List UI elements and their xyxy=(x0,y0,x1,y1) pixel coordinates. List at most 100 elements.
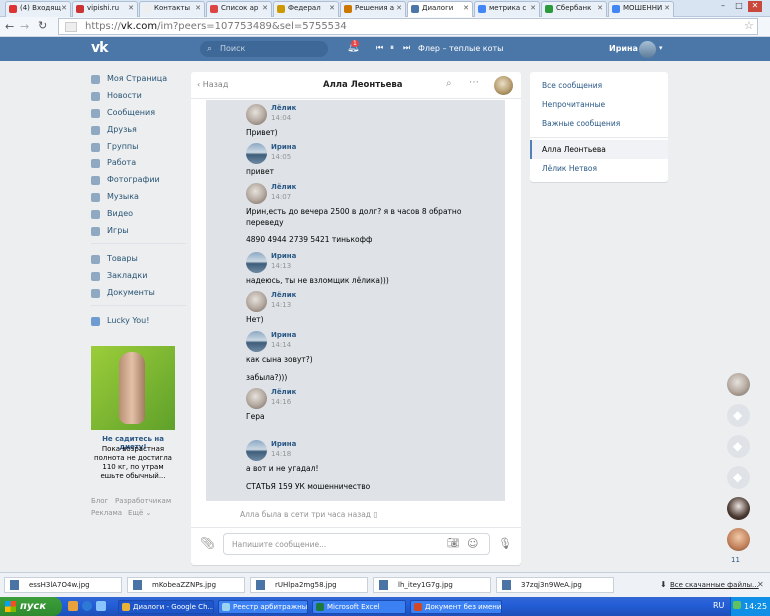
sidebar-item-documents[interactable]: Документы xyxy=(91,286,191,300)
browser-tab[interactable]: Сбербанк ✕ xyxy=(541,1,607,17)
taskbar-window-chrome[interactable]: Диалоги - Google Ch... xyxy=(118,600,214,614)
all-downloads-link[interactable]: Все скачанные файлы... xyxy=(670,581,759,589)
close-icon[interactable]: ✕ xyxy=(396,4,402,12)
sidebar-item-messages[interactable]: Сообщения xyxy=(91,106,191,120)
download-item[interactable]: 37zqj3n9WeA.jpg xyxy=(496,577,614,593)
message-author[interactable]: Ирина xyxy=(271,331,296,339)
chat-bubble[interactable] xyxy=(727,373,750,396)
message-time[interactable]: 14:18 xyxy=(271,450,291,458)
url-field[interactable]: https://vk.com/im?peers=107753489&sel=57… xyxy=(58,18,758,35)
avatar[interactable] xyxy=(639,41,656,58)
sidebar-item-my-page[interactable]: Моя Страница xyxy=(91,72,191,86)
browser-tab[interactable]: Решения а ✕ xyxy=(340,1,406,17)
avatar[interactable] xyxy=(246,252,267,273)
avatar[interactable] xyxy=(246,440,267,461)
download-item[interactable]: rUHlpa2mg58.jpg xyxy=(250,577,368,593)
message-time[interactable]: 14:07 xyxy=(271,193,291,201)
message-author[interactable]: Ирина xyxy=(271,143,296,151)
message-time[interactable]: 14:04 xyxy=(271,114,291,122)
sidebar-item-goods[interactable]: Товары xyxy=(91,252,191,266)
message-author[interactable]: Лёлик xyxy=(271,388,296,396)
avatar[interactable] xyxy=(246,388,267,409)
taskbar-window[interactable]: Документ без имени... xyxy=(410,600,502,614)
close-icon[interactable]: ✕ xyxy=(463,4,469,12)
clock[interactable]: 14:25 xyxy=(744,597,767,616)
filter-important[interactable]: Важные сообщения xyxy=(542,119,620,128)
camera-icon[interactable]: 📷︎ xyxy=(447,538,460,549)
back-arrow-icon[interactable]: ← xyxy=(5,20,14,33)
browser-tab[interactable]: Контакты ✕ xyxy=(139,1,205,17)
microphone-icon[interactable]: 🎙︎ xyxy=(498,537,512,550)
close-icon[interactable]: ✕ xyxy=(128,4,134,12)
dialog-item[interactable]: Лёлик Нетвоя xyxy=(542,164,597,173)
quicklaunch-icon[interactable] xyxy=(96,601,106,611)
message-author[interactable]: Ирина xyxy=(271,252,296,260)
minimize-icon[interactable]: – xyxy=(716,1,730,12)
filter-all-messages[interactable]: Все сообщения xyxy=(542,81,602,90)
filter-unread[interactable]: Непрочитанные xyxy=(542,100,605,109)
browser-tab[interactable]: (4) Входящ ✕ xyxy=(5,1,71,17)
message-author[interactable]: Лёлик xyxy=(271,104,296,112)
close-icon[interactable]: ✕ xyxy=(597,4,603,12)
reload-icon[interactable]: ↻ xyxy=(38,19,47,32)
message-time[interactable]: 14:05 xyxy=(271,153,291,161)
chat-title[interactable]: Алла Леонтьева xyxy=(323,80,402,90)
chat-bubble-count[interactable]: 11 xyxy=(731,556,740,564)
more-icon[interactable]: ⋯ xyxy=(469,77,479,88)
message-author[interactable]: Лёлик xyxy=(271,291,296,299)
message-time[interactable]: 14:16 xyxy=(271,398,291,406)
ad-text[interactable]: Пока возрастная полнота не достигла 110 … xyxy=(91,445,175,481)
smile-icon[interactable]: ☺ xyxy=(467,537,478,550)
sidebar-item-video[interactable]: Видео xyxy=(91,207,191,221)
sidebar-item-games[interactable]: Игры xyxy=(91,224,191,238)
close-window-icon[interactable]: ✕ xyxy=(748,1,762,12)
chat-bubble[interactable] xyxy=(727,528,750,551)
close-icon[interactable]: ✕ xyxy=(61,4,67,12)
vk-logo-icon[interactable]: vk xyxy=(91,40,108,56)
chat-bubble[interactable] xyxy=(727,497,750,520)
language-indicator[interactable]: RU xyxy=(713,601,724,610)
attach-icon[interactable]: 📎︎ xyxy=(200,536,215,550)
sidebar-item-photos[interactable]: Фотографии xyxy=(91,173,191,187)
chat-bubble[interactable]: ◆ xyxy=(727,435,750,458)
download-item[interactable]: lh_itey1G7g.jpg xyxy=(373,577,491,593)
search-icon[interactable]: ⌕ xyxy=(446,78,452,89)
footer-link-ads[interactable]: Реклама xyxy=(91,509,122,517)
forward-arrow-icon[interactable]: → xyxy=(20,20,29,33)
footer-link-developers[interactable]: Разработчикам xyxy=(115,497,171,505)
user-name[interactable]: Ирина xyxy=(609,44,638,53)
prev-track-icon[interactable]: ⏮ xyxy=(376,43,383,53)
taskbar-window[interactable]: Реестр арбитражны... xyxy=(218,600,308,614)
sidebar-item-bookmarks[interactable]: Закладки xyxy=(91,269,191,283)
browser-tab[interactable]: метрика с ✕ xyxy=(474,1,540,17)
ad-image[interactable] xyxy=(91,346,175,430)
avatar[interactable] xyxy=(246,291,267,312)
footer-link-more[interactable]: Ещё ⌄ xyxy=(128,509,151,517)
start-button[interactable]: пуск xyxy=(0,597,62,616)
avatar[interactable] xyxy=(246,143,267,164)
message-author[interactable]: Лёлик xyxy=(271,183,296,191)
close-icon[interactable]: ✕ xyxy=(530,4,536,12)
avatar[interactable] xyxy=(246,331,267,352)
close-icon[interactable]: ✕ xyxy=(262,4,268,12)
sidebar-item-friends[interactable]: Друзья xyxy=(91,123,191,137)
download-item[interactable]: mKobeaZZNPs.jpg xyxy=(127,577,245,593)
avatar[interactable] xyxy=(246,104,267,125)
footer-link-blog[interactable]: Блог xyxy=(91,497,108,505)
chat-bubble[interactable]: ◆ xyxy=(727,466,750,489)
quicklaunch-icon[interactable] xyxy=(68,601,78,611)
star-icon[interactable]: ☆ xyxy=(744,19,754,32)
quicklaunch-icon[interactable] xyxy=(82,601,92,611)
message-author[interactable]: Ирина xyxy=(271,440,296,448)
sidebar-item-work[interactable]: Работа xyxy=(91,156,191,170)
search-input[interactable]: ⌕ Поиск xyxy=(200,41,328,57)
back-button[interactable]: ‹ Назад xyxy=(197,80,228,89)
message-time[interactable]: 14:14 xyxy=(271,341,291,349)
tray-icon[interactable] xyxy=(733,601,741,609)
close-icon[interactable]: ✕ xyxy=(329,4,335,12)
message-input[interactable]: Напишите сообщение... 📷︎ ☺ xyxy=(223,533,490,555)
close-icon[interactable]: ✕ xyxy=(757,580,764,589)
avatar[interactable] xyxy=(494,76,513,95)
pause-icon[interactable]: ⏸ xyxy=(390,43,394,53)
chevron-down-icon[interactable]: ▾ xyxy=(659,44,663,52)
